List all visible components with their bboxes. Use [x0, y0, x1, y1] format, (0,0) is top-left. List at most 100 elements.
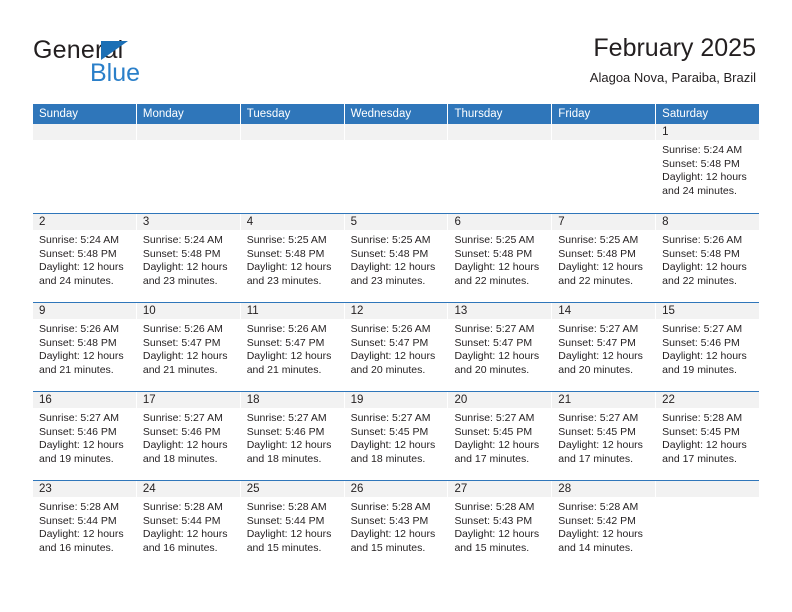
day-detail-line: Sunrise: 5:24 AM [39, 234, 119, 246]
day-details [345, 140, 448, 144]
page-title: February 2025 [593, 34, 756, 62]
day-cell-14[interactable]: 14 Sunrise: 5:27 AM Sunset: 5:47 PM Dayligh… [552, 303, 657, 391]
day-details: Sunrise: 5:27 AM Sunset: 5:46 PM Daylight:… [241, 408, 344, 466]
day-detail-line: and 15 minutes. [350, 541, 426, 554]
day-detail-line: Sunrise: 5:26 AM [662, 234, 743, 246]
day-detail-line: Daylight: 12 hours [246, 350, 332, 363]
day-details: Sunrise: 5:28 AM Sunset: 5:43 PM Daylight:… [345, 497, 448, 555]
day-detail-line: Sunset: 5:48 PM [39, 336, 117, 349]
day-detail-line: Sunrise: 5:25 AM [350, 234, 431, 246]
day-detail-line: Sunset: 5:48 PM [558, 247, 636, 260]
day-cell-26[interactable]: 26 Sunrise: 5:28 AM Sunset: 5:43 PM Dayligh… [344, 481, 449, 569]
day-detail-line: Sunrise: 5:28 AM [246, 501, 327, 513]
day-detail-line: Sunset: 5:47 PM [350, 336, 429, 349]
day-detail-line: Sunset: 5:48 PM [662, 247, 740, 260]
day-cell-6[interactable]: 6 Sunrise: 5:25 AM Sunset: 5:48 PM Daylight… [448, 214, 553, 302]
day-cell-24[interactable]: 24 Sunrise: 5:28 AM Sunset: 5:44 PM Dayligh… [136, 481, 241, 569]
day-details [552, 140, 655, 144]
day-detail-line: Sunrise: 5:27 AM [39, 412, 119, 424]
day-detail-line: Daylight: 12 hours [39, 261, 124, 274]
weekday-header-wednesday: Wednesday [344, 104, 449, 124]
day-number: 16 [33, 392, 136, 408]
day-cell-15[interactable]: 15 Sunrise: 5:27 AM Sunset: 5:46 PM Dayligh… [656, 303, 760, 391]
day-details: Sunrise: 5:26 AM Sunset: 5:48 PM Daylight:… [656, 230, 759, 288]
weekday-header-saturday: Saturday [656, 104, 760, 124]
day-cell-28[interactable]: 28 Sunrise: 5:28 AM Sunset: 5:42 PM Dayligh… [552, 481, 657, 569]
day-details: Sunrise: 5:28 AM Sunset: 5:43 PM Daylight:… [448, 497, 551, 555]
day-detail-line: Sunset: 5:47 PM [558, 336, 636, 349]
day-detail-line: Sunrise: 5:27 AM [454, 323, 535, 335]
day-cell-20[interactable]: 20 Sunrise: 5:27 AM Sunset: 5:45 PM Dayligh… [448, 392, 553, 480]
day-cell-27[interactable]: 27 Sunrise: 5:28 AM Sunset: 5:43 PM Dayligh… [448, 481, 553, 569]
day-cell-18[interactable]: 18 Sunrise: 5:27 AM Sunset: 5:46 PM Dayligh… [240, 392, 345, 480]
day-detail-line: Sunset: 5:46 PM [39, 425, 117, 438]
day-cell-19[interactable]: 19 Sunrise: 5:27 AM Sunset: 5:45 PM Dayligh… [344, 392, 449, 480]
day-cell-empty [448, 124, 553, 213]
day-cell-11[interactable]: 11 Sunrise: 5:26 AM Sunset: 5:47 PM Dayligh… [240, 303, 345, 391]
day-detail-line: Sunrise: 5:25 AM [246, 234, 327, 246]
calendar-weeks: 1 Sunrise: 5:24 AM Sunset: 5:48 PM Daylight… [33, 124, 760, 569]
day-cell-7[interactable]: 7 Sunrise: 5:25 AM Sunset: 5:48 PM Daylight… [552, 214, 657, 302]
day-detail-line: Sunrise: 5:28 AM [142, 501, 223, 513]
day-detail-line: Daylight: 12 hours [142, 439, 228, 452]
day-number [136, 124, 240, 140]
day-cell-21[interactable]: 21 Sunrise: 5:27 AM Sunset: 5:45 PM Dayligh… [552, 392, 657, 480]
day-details: Sunrise: 5:27 AM Sunset: 5:47 PM Daylight:… [552, 319, 655, 377]
day-detail-line: Sunrise: 5:27 AM [662, 323, 743, 335]
day-detail-line: Sunrise: 5:27 AM [558, 412, 639, 424]
general-blue-logo[interactable]: General Blue [33, 36, 223, 88]
day-details: Sunrise: 5:27 AM Sunset: 5:45 PM Daylight:… [448, 408, 551, 466]
day-cell-1[interactable]: 1 Sunrise: 5:24 AM Sunset: 5:48 PM Daylight… [656, 124, 760, 213]
day-detail-line: and 21 minutes. [142, 363, 218, 376]
day-cell-2[interactable]: 2 Sunrise: 5:24 AM Sunset: 5:48 PM Daylight… [33, 214, 137, 302]
day-detail-line: Sunset: 5:46 PM [662, 336, 740, 349]
day-cell-12[interactable]: 12 Sunrise: 5:26 AM Sunset: 5:47 PM Dayligh… [344, 303, 449, 391]
day-cell-5[interactable]: 5 Sunrise: 5:25 AM Sunset: 5:48 PM Daylight… [344, 214, 449, 302]
day-details: Sunrise: 5:27 AM Sunset: 5:46 PM Daylight:… [33, 408, 136, 466]
day-detail-line: and 20 minutes. [350, 363, 426, 376]
day-details: Sunrise: 5:25 AM Sunset: 5:48 PM Daylight:… [345, 230, 448, 288]
day-details: Sunrise: 5:27 AM Sunset: 5:45 PM Daylight:… [345, 408, 448, 466]
day-cell-8[interactable]: 8 Sunrise: 5:26 AM Sunset: 5:48 PM Daylight… [656, 214, 760, 302]
day-detail-line: Sunset: 5:48 PM [246, 247, 325, 260]
day-detail-line: Daylight: 12 hours [558, 528, 643, 541]
day-cell-10[interactable]: 10 Sunrise: 5:26 AM Sunset: 5:47 PM Dayligh… [136, 303, 241, 391]
day-cell-13[interactable]: 13 Sunrise: 5:27 AM Sunset: 5:47 PM Dayligh… [448, 303, 553, 391]
day-detail-line: Sunrise: 5:25 AM [454, 234, 535, 246]
day-detail-line: Daylight: 12 hours [662, 439, 747, 452]
day-cell-empty [552, 124, 657, 213]
day-cell-9[interactable]: 9 Sunrise: 5:26 AM Sunset: 5:48 PM Daylight… [33, 303, 137, 391]
day-cell-empty [33, 124, 137, 213]
day-detail-line: and 17 minutes. [558, 452, 634, 465]
day-detail-line: Daylight: 12 hours [350, 528, 436, 541]
day-detail-line: and 15 minutes. [246, 541, 322, 554]
day-detail-line: Sunrise: 5:28 AM [662, 412, 743, 424]
day-cell-empty [344, 124, 449, 213]
day-detail-line: Daylight: 12 hours [142, 261, 228, 274]
day-cell-empty [656, 481, 760, 569]
day-number [552, 124, 656, 140]
day-detail-line: Sunrise: 5:27 AM [454, 412, 535, 424]
day-cell-3[interactable]: 3 Sunrise: 5:24 AM Sunset: 5:48 PM Daylight… [136, 214, 241, 302]
day-details: Sunrise: 5:25 AM Sunset: 5:48 PM Daylight:… [448, 230, 551, 288]
weekday-header-sunday: Sunday [33, 104, 137, 124]
day-cell-23[interactable]: 23 Sunrise: 5:28 AM Sunset: 5:44 PM Dayligh… [33, 481, 137, 569]
day-number: 3 [136, 214, 240, 230]
day-detail-line: Sunset: 5:43 PM [350, 514, 429, 527]
day-detail-line: Sunset: 5:45 PM [662, 425, 740, 438]
day-cell-17[interactable]: 17 Sunrise: 5:27 AM Sunset: 5:46 PM Dayligh… [136, 392, 241, 480]
day-number [448, 124, 552, 140]
day-cell-22[interactable]: 22 Sunrise: 5:28 AM Sunset: 5:45 PM Dayligh… [656, 392, 760, 480]
day-cell-25[interactable]: 25 Sunrise: 5:28 AM Sunset: 5:44 PM Dayligh… [240, 481, 345, 569]
title-block: February 2025 Alagoa Nova, Paraiba, Braz… [590, 33, 756, 86]
day-detail-line: Sunrise: 5:27 AM [142, 412, 223, 424]
day-detail-line: Sunset: 5:47 PM [454, 336, 533, 349]
day-cell-16[interactable]: 16 Sunrise: 5:27 AM Sunset: 5:46 PM Dayligh… [33, 392, 137, 480]
day-number: 19 [344, 392, 448, 408]
day-detail-line: Daylight: 12 hours [142, 528, 228, 541]
day-number: 1 [656, 124, 760, 140]
day-cell-4[interactable]: 4 Sunrise: 5:25 AM Sunset: 5:48 PM Daylight… [240, 214, 345, 302]
day-detail-line: and 22 minutes. [558, 274, 634, 287]
calendar-week-row: 9 Sunrise: 5:26 AM Sunset: 5:48 PM Daylight… [33, 302, 760, 391]
day-detail-line: and 23 minutes. [142, 274, 218, 287]
